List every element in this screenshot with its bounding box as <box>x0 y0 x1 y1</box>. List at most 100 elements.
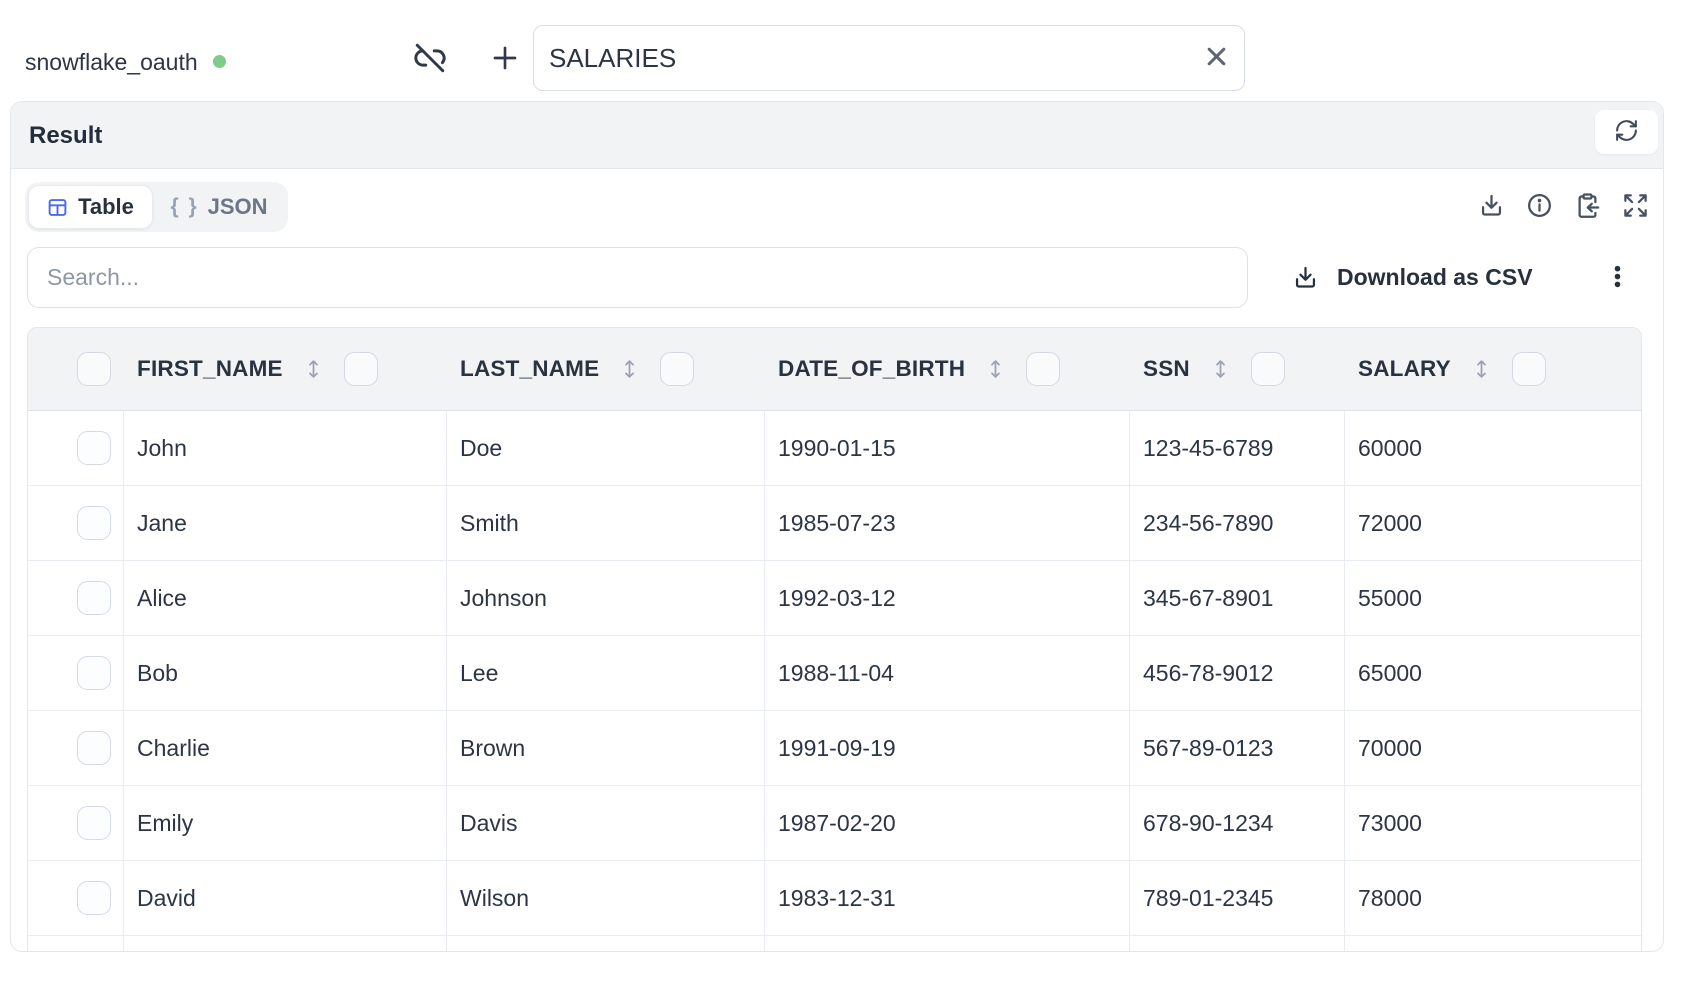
cell-SALARY: 65000 <box>1345 636 1641 710</box>
cell-DATE_OF_BIRTH: 1985-07-23 <box>765 486 1130 560</box>
column-header-DATE_OF_BIRTH: DATE_OF_BIRTH <box>765 328 1130 410</box>
cell-LAST_NAME: Johnson <box>447 561 765 635</box>
disconnect-button[interactable] <box>411 40 449 78</box>
cell-FIRST_NAME: Emily <box>124 786 447 860</box>
select-all-checkbox[interactable] <box>77 352 111 386</box>
result-table: FIRST_NAMELAST_NAMEDATE_OF_BIRTHSSNSALAR… <box>27 327 1642 952</box>
result-panel: Result Table { } JSON <box>10 101 1664 952</box>
cell-FIRST_NAME: David <box>124 861 447 935</box>
cell-SSN: 345-67-8901 <box>1130 561 1345 635</box>
row-select-cell <box>28 861 124 935</box>
tab-json[interactable]: { } JSON <box>153 185 285 229</box>
sort-icon[interactable] <box>303 357 324 381</box>
cell-SSN: 456-78-9012 <box>1130 636 1345 710</box>
row-select-cell <box>28 786 124 860</box>
row-checkbox[interactable] <box>77 656 111 690</box>
plus-icon <box>489 42 521 77</box>
row-checkbox[interactable] <box>77 581 111 615</box>
table-row: EmilyDavis1987-02-20678-90-123473000 <box>28 786 1641 861</box>
row-checkbox[interactable] <box>77 431 111 465</box>
sort-icon[interactable] <box>1210 357 1231 381</box>
connection-name: snowflake_oauth <box>25 49 198 76</box>
expand-icon <box>1622 192 1649 222</box>
cell-SSN: 234-56-7890 <box>1130 486 1345 560</box>
cell-empty <box>765 936 1130 952</box>
add-query-button[interactable] <box>488 42 522 76</box>
cell-LAST_NAME: Smith <box>447 486 765 560</box>
column-header-SSN: SSN <box>1130 328 1345 410</box>
row-checkbox[interactable] <box>77 506 111 540</box>
table-view-icon <box>47 197 68 218</box>
cell-DATE_OF_BIRTH: 1992-03-12 <box>765 561 1130 635</box>
clipboard-paste-icon <box>1574 192 1601 222</box>
column-checkbox-FIRST_NAME[interactable] <box>344 352 378 386</box>
refresh-button[interactable] <box>1595 110 1658 154</box>
download-csv-label: Download as CSV <box>1337 264 1533 291</box>
tab-json-label: JSON <box>208 194 268 220</box>
row-select-cell <box>28 711 124 785</box>
table-row: DavidWilson1983-12-31789-01-234578000 <box>28 861 1641 936</box>
cell-SALARY: 78000 <box>1345 861 1641 935</box>
column-checkbox-DATE_OF_BIRTH[interactable] <box>1026 352 1060 386</box>
cell-LAST_NAME: Wilson <box>447 861 765 935</box>
cell-SSN: 678-90-1234 <box>1130 786 1345 860</box>
info-icon <box>1526 192 1553 222</box>
table-row: JohnDoe1990-01-15123-45-678960000 <box>28 411 1641 486</box>
clear-table-name-button[interactable] <box>1194 36 1238 80</box>
search-input[interactable] <box>27 247 1248 308</box>
cell-FIRST_NAME: Jane <box>124 486 447 560</box>
table-row: JaneSmith1985-07-23234-56-789072000 <box>28 486 1641 561</box>
table-header-row: FIRST_NAMELAST_NAMEDATE_OF_BIRTHSSNSALAR… <box>28 328 1641 411</box>
refresh-icon <box>1614 118 1639 146</box>
cell-DATE_OF_BIRTH: 1991-09-19 <box>765 711 1130 785</box>
row-checkbox[interactable] <box>77 881 111 915</box>
cell-LAST_NAME: Davis <box>447 786 765 860</box>
column-checkbox-LAST_NAME[interactable] <box>660 352 694 386</box>
more-options-button[interactable] <box>1601 247 1633 308</box>
connection-bar: snowflake_oauth <box>0 0 1682 101</box>
sort-icon[interactable] <box>985 357 1006 381</box>
download-icon <box>1478 192 1505 222</box>
cell-DATE_OF_BIRTH: 1983-12-31 <box>765 861 1130 935</box>
row-checkbox[interactable] <box>77 731 111 765</box>
tab-table-label: Table <box>78 194 134 220</box>
cell-empty <box>447 936 765 952</box>
close-icon <box>1203 43 1230 73</box>
column-checkbox-SALARY[interactable] <box>1512 352 1546 386</box>
cell-LAST_NAME: Doe <box>447 411 765 485</box>
cell-SSN: 123-45-6789 <box>1130 411 1345 485</box>
cell-SALARY: 73000 <box>1345 786 1641 860</box>
cell-FIRST_NAME: John <box>124 411 447 485</box>
table-row: BobLee1988-11-04456-78-901265000 <box>28 636 1641 711</box>
info-button[interactable] <box>1525 193 1553 221</box>
expand-button[interactable] <box>1621 193 1649 221</box>
cell-empty <box>124 936 447 952</box>
sort-icon[interactable] <box>1471 357 1492 381</box>
cell-SALARY: 72000 <box>1345 486 1641 560</box>
cell-LAST_NAME: Brown <box>447 711 765 785</box>
result-header-bar: Result <box>11 102 1663 169</box>
row-select-cell <box>28 561 124 635</box>
download-button[interactable] <box>1477 193 1505 221</box>
cell-SSN: 789-01-2345 <box>1130 861 1345 935</box>
column-checkbox-SSN[interactable] <box>1251 352 1285 386</box>
row-checkbox[interactable] <box>77 806 111 840</box>
table-row: AliceJohnson1992-03-12345-67-890155000 <box>28 561 1641 636</box>
table-name-input[interactable] <box>534 26 1194 90</box>
download-csv-button[interactable]: Download as CSV <box>1292 247 1533 308</box>
cell-DATE_OF_BIRTH: 1990-01-15 <box>765 411 1130 485</box>
table-name-field-wrap <box>533 25 1245 91</box>
sort-icon[interactable] <box>619 357 640 381</box>
cell-DATE_OF_BIRTH: 1988-11-04 <box>765 636 1130 710</box>
row-select-cell <box>28 411 124 485</box>
cell-SALARY: 60000 <box>1345 411 1641 485</box>
column-label: SSN <box>1143 356 1190 382</box>
cell-SALARY: 70000 <box>1345 711 1641 785</box>
connection-status-dot <box>213 55 226 68</box>
result-title: Result <box>29 102 102 169</box>
cell-FIRST_NAME: Bob <box>124 636 447 710</box>
copy-to-clipboard-button[interactable] <box>1573 193 1601 221</box>
cell-SALARY: 55000 <box>1345 561 1641 635</box>
cell-empty <box>1130 936 1345 952</box>
tab-table[interactable]: Table <box>28 185 153 229</box>
